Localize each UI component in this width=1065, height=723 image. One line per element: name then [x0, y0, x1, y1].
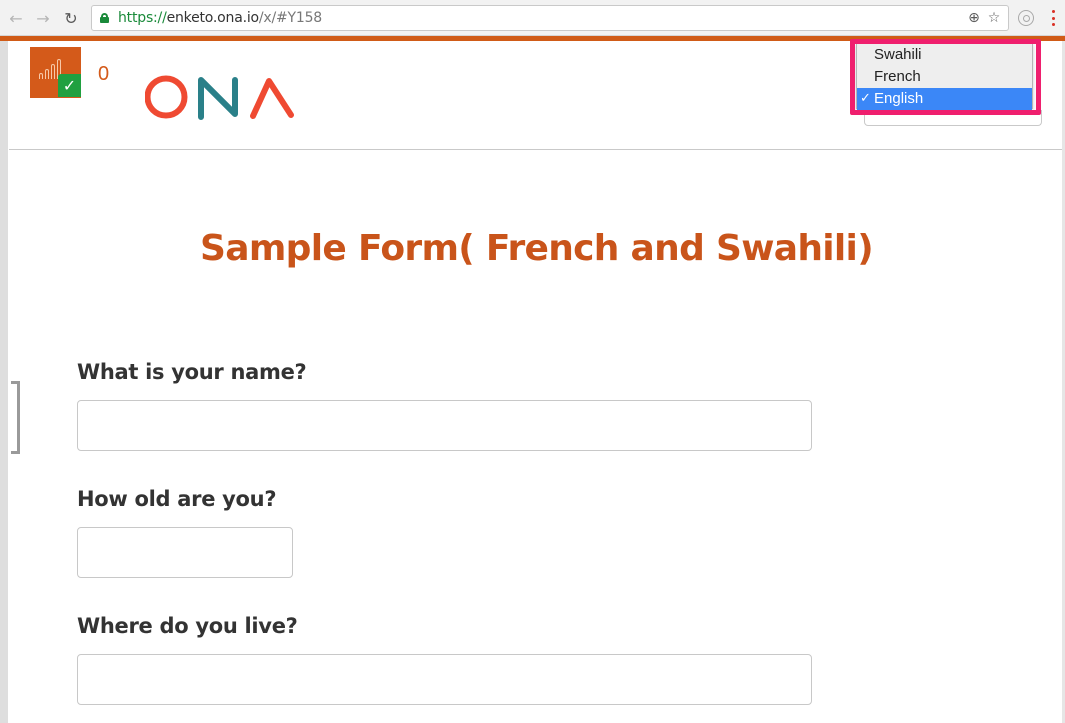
bookmark-star-icon[interactable]: ☆ [985, 9, 1003, 27]
question-label-age: How old are you? [77, 487, 277, 511]
question-label-name: What is your name? [77, 360, 307, 384]
header-divider [9, 149, 1062, 150]
checkmark-icon: ✓ [58, 74, 81, 97]
highlight-box [850, 39, 1041, 115]
connection-status-icon[interactable]: ✓ [30, 47, 81, 98]
url-path: /x/#Y158 [258, 10, 323, 26]
form-title: Sample Form( French and Swahili) [200, 228, 874, 269]
back-arrow-icon[interactable]: ← [6, 8, 26, 28]
age-input[interactable] [77, 527, 293, 578]
browser-toolbar: ← → ↻ https://enketo.ona.io/x/#Y158 ⊕ ☆ [0, 0, 1065, 36]
zoom-icon[interactable]: ⊕ [965, 9, 983, 27]
left-edge [0, 41, 8, 723]
extension-icon[interactable] [1018, 10, 1034, 26]
kebab-menu-icon[interactable] [1050, 10, 1056, 26]
location-input[interactable] [77, 654, 812, 705]
ona-logo [145, 75, 294, 120]
reload-icon[interactable]: ↻ [61, 8, 81, 28]
name-input[interactable] [77, 400, 812, 451]
queue-count: 0 [98, 63, 110, 85]
url-scheme: https:// [118, 10, 167, 26]
address-bar[interactable]: https://enketo.ona.io/x/#Y158 ⊕ ☆ [91, 5, 1009, 31]
current-question-indicator [11, 381, 20, 454]
url-text[interactable]: https://enketo.ona.io/x/#Y158 [118, 10, 322, 26]
question-label-location: Where do you live? [77, 614, 298, 638]
lock-icon [100, 13, 109, 23]
forward-arrow-icon[interactable]: → [33, 8, 53, 28]
url-host: enketo.ona.io [166, 10, 259, 26]
